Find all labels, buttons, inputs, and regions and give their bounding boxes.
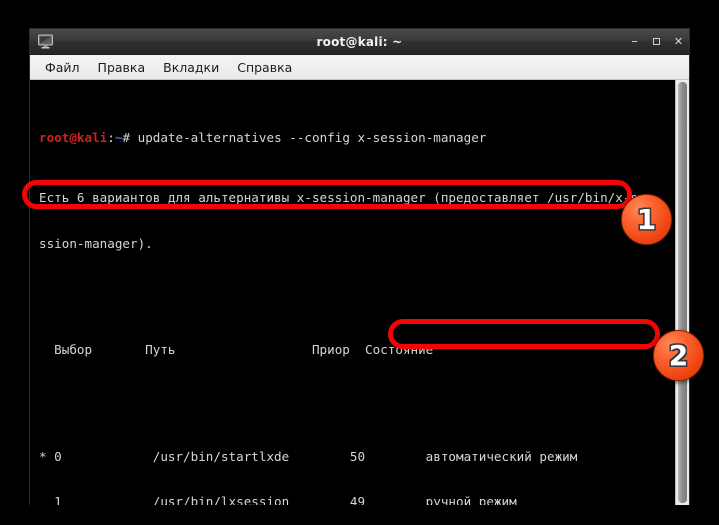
command-text: update-alternatives --config x-session-m…	[137, 129, 487, 145]
maximize-button[interactable]	[651, 36, 662, 47]
info-line-1: Есть 6 вариантов для альтернативы x-sess…	[39, 190, 646, 206]
menu-item-tabs[interactable]: Вкладки	[154, 58, 228, 77]
monitor-icon	[36, 32, 55, 51]
menu-item-file[interactable]: Файл	[36, 58, 89, 77]
title-bar[interactable]: root@kali: ~ – ✕	[30, 29, 689, 55]
window-controls: – ✕	[629, 29, 684, 54]
table-row[interactable]: * 0 /usr/bin/startlxde 50 автоматический…	[39, 449, 667, 464]
command-line: root@kali:~# update-alternatives --confi…	[39, 130, 667, 145]
table-header: Выбор Путь Приор Состояние	[39, 342, 434, 358]
scrollbar-thumb[interactable]	[678, 82, 687, 503]
annotation-badge-1: 1	[621, 194, 672, 245]
info-line-2: ssion-manager).	[39, 236, 153, 251]
terminal-scrollbar[interactable]	[675, 80, 689, 505]
close-button[interactable]: ✕	[673, 36, 684, 47]
terminal-body[interactable]: root@kali:~# update-alternatives --confi…	[30, 80, 689, 505]
screenshot-root: root@kali: ~ – ✕ Файл Правка Вкладки Спр…	[0, 0, 719, 525]
terminal-output: root@kali:~# update-alternatives --confi…	[39, 84, 667, 505]
table-row[interactable]: 1 /usr/bin/lxsession 49 ручной режим	[39, 494, 667, 505]
prompt-colon: :	[107, 129, 115, 145]
menu-item-edit[interactable]: Правка	[89, 58, 155, 77]
menu-bar: Файл Правка Вкладки Справка	[30, 55, 689, 80]
prompt-user-host: root@kali	[39, 129, 108, 145]
annotation-badge-2: 2	[653, 330, 704, 381]
menu-item-help[interactable]: Справка	[228, 58, 301, 77]
window-title: root@kali: ~	[316, 34, 403, 49]
prompt-hash: #	[122, 129, 138, 145]
terminal-window: root@kali: ~ – ✕ Файл Правка Вкладки Спр…	[29, 28, 690, 505]
minimize-button[interactable]: –	[629, 35, 640, 48]
